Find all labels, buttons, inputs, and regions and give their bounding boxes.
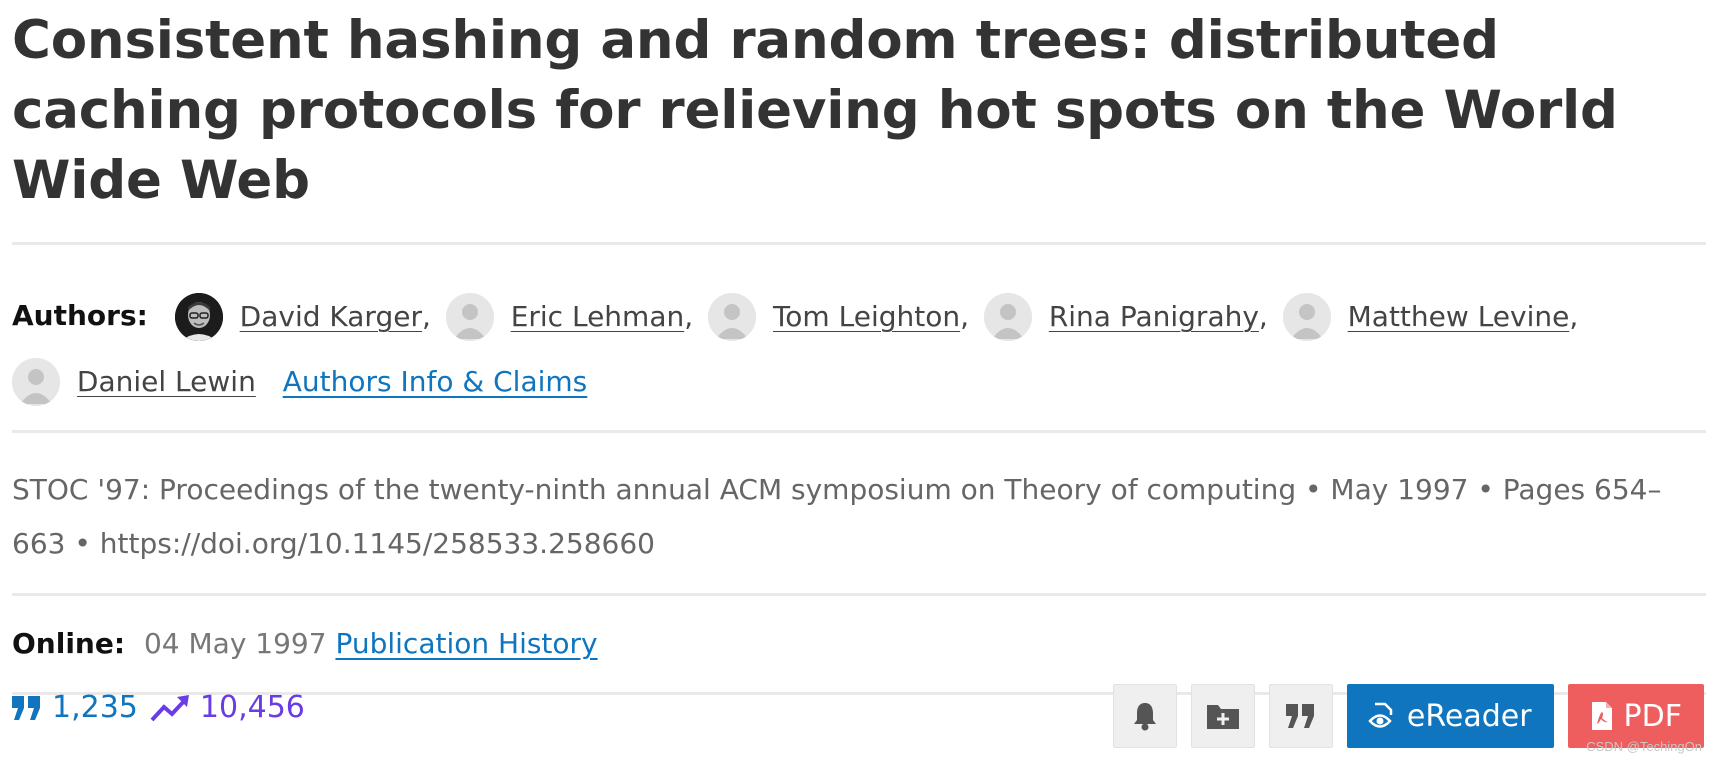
author-photo-avatar xyxy=(174,292,223,341)
publication-history-link[interactable]: Publication History xyxy=(335,627,597,660)
divider xyxy=(12,593,1706,596)
citations-count: 1,235 xyxy=(52,690,138,725)
citations-metric[interactable]: 1,235 xyxy=(12,686,138,730)
author-item[interactable]: Rina Panigrahy, xyxy=(983,284,1274,349)
online-label: Online: xyxy=(12,627,126,660)
user-avatar-icon xyxy=(708,292,757,341)
separator: , xyxy=(960,299,969,333)
trending-up-icon xyxy=(150,695,189,722)
author-item[interactable]: Daniel Lewin xyxy=(12,349,256,414)
bell-icon xyxy=(1133,703,1156,731)
authors-label: Authors: xyxy=(12,299,148,332)
add-to-binder-button[interactable] xyxy=(1190,684,1255,748)
author-name[interactable]: David Karger xyxy=(240,300,422,333)
downloads-count: 10,456 xyxy=(199,690,305,725)
alert-button[interactable] xyxy=(1112,684,1177,748)
pdf-label: PDF xyxy=(1623,698,1682,734)
divider xyxy=(12,430,1706,433)
ereader-label: eReader xyxy=(1406,698,1532,734)
authors-section: Authors: David Karger, Eric Lehman, Tom … xyxy=(12,283,1706,414)
divider xyxy=(12,242,1706,245)
downloads-metric[interactable]: 10,456 xyxy=(150,686,305,730)
user-avatar-icon xyxy=(445,292,494,341)
quote-icon xyxy=(12,696,40,720)
author-name[interactable]: Daniel Lewin xyxy=(77,365,256,398)
author-item[interactable]: Matthew Levine, xyxy=(1282,284,1585,349)
ereader-button[interactable]: eReader xyxy=(1346,684,1554,748)
online-date: 04 May 1997 xyxy=(143,627,327,660)
user-avatar-icon xyxy=(12,358,60,406)
separator: , xyxy=(1258,299,1268,333)
watermark: CSDN @TechingOn xyxy=(1586,739,1702,754)
separator: , xyxy=(421,299,431,333)
page-title: Consistent hashing and random trees: dis… xyxy=(12,10,1618,211)
quote-icon xyxy=(1285,704,1314,728)
author-name[interactable]: Tom Leighton xyxy=(773,300,960,333)
online-section: Online: 04 May 1997 Publication History xyxy=(12,622,1706,666)
eye-icon xyxy=(1368,702,1393,728)
folder-plus-icon xyxy=(1206,705,1239,729)
author-item[interactable]: Eric Lehman, xyxy=(445,284,699,349)
metrics-bar: 1,235 10,456 xyxy=(12,686,305,730)
author-name[interactable]: Eric Lehman xyxy=(511,300,685,333)
author-item[interactable]: David Karger, xyxy=(174,284,437,349)
pdf-icon xyxy=(1591,702,1612,730)
author-name[interactable]: Matthew Levine xyxy=(1348,300,1570,333)
separator: , xyxy=(684,299,694,333)
separator: , xyxy=(1569,299,1579,333)
authors-info-link[interactable]: Authors Info & Claims xyxy=(283,365,588,398)
author-name[interactable]: Rina Panigrahy xyxy=(1049,300,1259,333)
user-avatar-icon xyxy=(983,292,1032,341)
author-item[interactable]: Tom Leighton, xyxy=(708,284,975,349)
user-avatar-icon xyxy=(1282,292,1331,341)
cite-button[interactable] xyxy=(1268,684,1333,748)
article-header: Consistent hashing and random trees: dis… xyxy=(12,0,1706,695)
citation-line: STOC '97: Proceedings of the twenty-nint… xyxy=(12,473,1662,560)
